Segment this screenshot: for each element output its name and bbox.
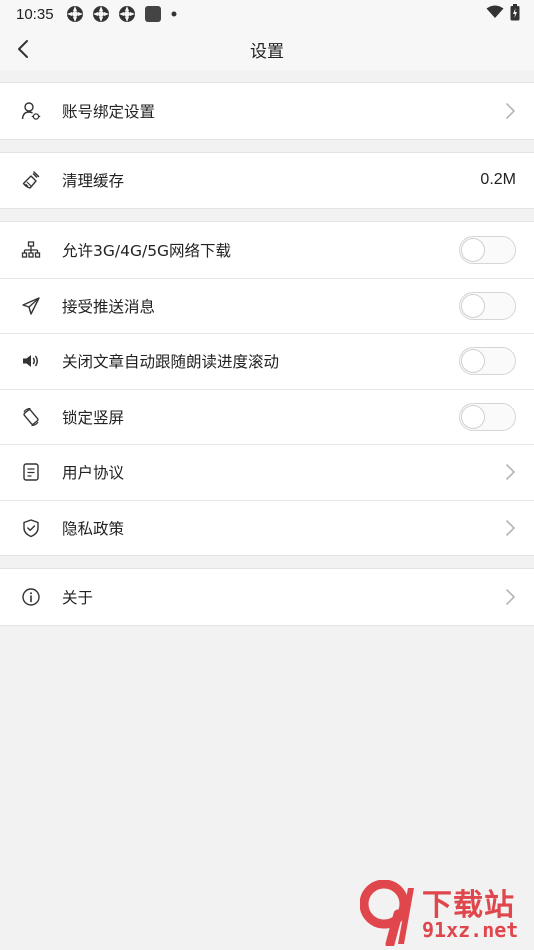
speaker-icon <box>20 350 42 372</box>
lock-portrait-row: 锁定竖屏 <box>0 388 534 445</box>
mobile-network-download-label: 允许3G/4G/5G网络下载 <box>62 241 232 260</box>
mobile-network-download-toggle[interactable] <box>459 235 516 264</box>
section-gap <box>0 70 534 82</box>
rotate-icon <box>20 406 42 428</box>
watermark-url: 91xz.net <box>422 918 519 942</box>
push-messages-row: 接受推送消息 <box>0 277 534 334</box>
lock-portrait-toggle[interactable] <box>459 402 516 431</box>
info-icon <box>20 586 42 608</box>
app-icon <box>66 5 84 23</box>
push-messages-label: 接受推送消息 <box>62 297 156 316</box>
app-icon <box>118 5 136 23</box>
settings-group-main: 允许3G/4G/5G网络下载 接受推送消息 关闭文章自动跟随朗读进度滚动 锁定竖… <box>0 221 534 556</box>
square-icon <box>144 5 162 23</box>
toggle-knob <box>461 237 485 262</box>
toggle-knob <box>461 404 485 429</box>
user-agreement-label: 用户协议 <box>62 464 125 483</box>
auto-scroll-row: 关闭文章自动跟随朗读进度滚动 <box>0 333 534 389</box>
watermark-logo: 下载站 91xz.net <box>359 879 532 949</box>
settings-group-cache: 清理缓存 0.2M <box>0 151 534 209</box>
app-icon <box>92 5 110 23</box>
privacy-policy-row[interactable]: 隐私政策 <box>0 499 534 556</box>
about-row[interactable]: 关于 <box>0 569 534 625</box>
broom-icon <box>20 169 42 191</box>
clear-cache-row[interactable]: 清理缓存 0.2M <box>0 153 534 209</box>
status-bar: 10:35 <box>0 0 534 28</box>
account-binding-label: 账号绑定设置 <box>62 102 156 121</box>
account-binding-row[interactable]: 账号绑定设置 <box>0 83 534 139</box>
push-messages-toggle[interactable] <box>459 291 516 320</box>
user-agreement-row[interactable]: 用户协议 <box>0 444 534 500</box>
auto-scroll-toggle[interactable] <box>459 347 516 376</box>
section-gap <box>0 139 534 152</box>
chevron-right-icon <box>504 101 516 121</box>
about-label: 关于 <box>62 588 94 607</box>
chevron-right-icon <box>504 587 516 607</box>
section-gap <box>0 209 534 221</box>
lock-portrait-label: 锁定竖屏 <box>62 408 125 427</box>
page-title: 设置 <box>250 41 284 62</box>
section-gap <box>0 556 534 568</box>
user-settings-icon <box>20 100 42 122</box>
settings-group-account: 账号绑定设置 <box>0 82 534 140</box>
shield-icon <box>20 517 42 539</box>
settings-group-about: 关于 <box>0 568 534 626</box>
watermark-emblem-icon <box>359 879 414 949</box>
wifi-icon <box>486 5 504 23</box>
chevron-right-icon <box>504 518 516 538</box>
cache-size-value: 0.2M <box>480 171 516 189</box>
toggle-knob <box>461 293 485 318</box>
network-icon <box>20 239 42 261</box>
send-icon <box>20 295 42 317</box>
chevron-left-icon[interactable] <box>14 39 34 59</box>
toggle-knob <box>461 349 485 374</box>
dot-icon <box>170 10 178 18</box>
mobile-network-download-row: 允许3G/4G/5G网络下载 <box>0 222 534 278</box>
privacy-policy-label: 隐私政策 <box>62 519 125 538</box>
battery-icon <box>510 3 520 25</box>
document-icon <box>20 461 42 483</box>
status-time: 10:35 <box>16 5 54 23</box>
clear-cache-label: 清理缓存 <box>62 172 125 191</box>
header-bar: 设置 <box>0 28 534 70</box>
auto-scroll-label: 关闭文章自动跟随朗读进度滚动 <box>62 353 280 372</box>
chevron-right-icon <box>504 462 516 482</box>
